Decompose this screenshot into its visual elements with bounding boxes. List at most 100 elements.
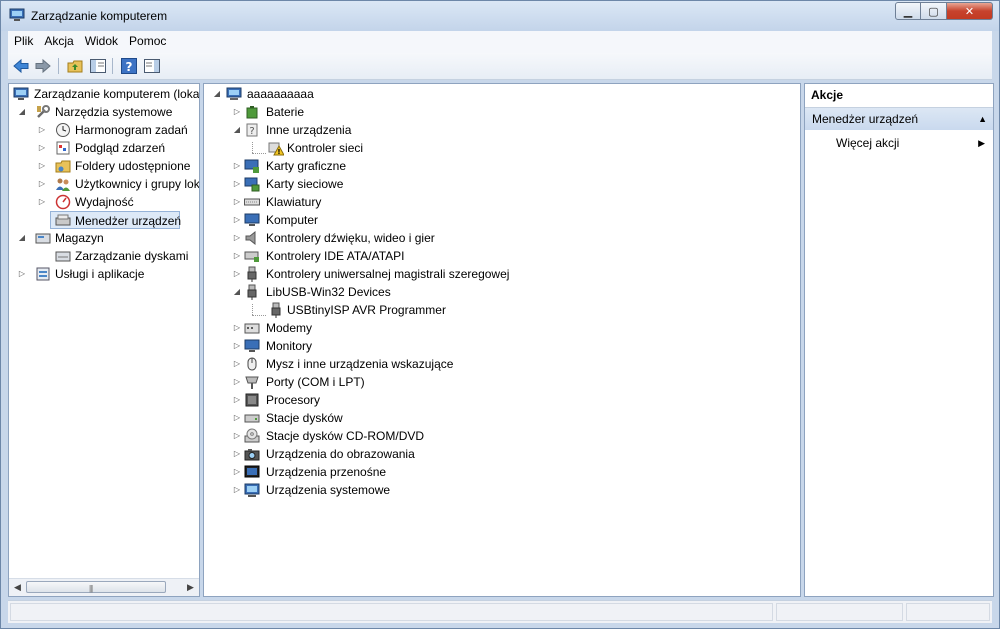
device-category-label: Modemy [266,321,313,335]
device-category-label: Monitory [266,339,313,353]
expand-triangle-icon[interactable]: ▷ [37,157,47,175]
expand-triangle-icon[interactable]: ▷ [37,121,47,139]
tree-item-label: Podgląd zdarzeń [75,141,166,155]
actions-header: Akcje [805,84,993,108]
computer-management-icon [9,8,25,21]
device-category-label: Karty sieciowe [266,177,344,191]
collapse-triangle-icon[interactable]: ◢ [212,85,222,103]
expand-triangle-icon[interactable]: ▷ [232,229,242,247]
device-category-label: Stacje dysków CD-ROM/DVD [266,429,425,443]
device-root-label: aaaaaaaaaa [247,87,314,101]
scroll-right-icon[interactable]: ▶ [182,579,199,596]
menu-help[interactable]: Pomoc [123,31,171,48]
tree-connector [252,142,253,153]
expand-triangle-icon[interactable]: ▷ [37,193,47,211]
device-category-label: Mysz i inne urządzenia wskazujące [266,357,454,371]
toolbar-separator [112,58,113,74]
status-cell [10,603,773,621]
storage-icon [35,233,51,244]
status-bar [8,600,992,623]
expand-triangle-icon[interactable]: ▷ [232,409,242,427]
toolbar-separator [58,58,59,74]
expand-triangle-icon[interactable]: ▷ [37,175,47,193]
console-tree-pane[interactable]: Zarządzanie komputerem (loka ◢ Narzędzia… [8,83,200,597]
tree-item-device-manager[interactable]: Menedżer urządzeń [50,211,182,229]
forward-arrow-icon[interactable] [34,57,52,75]
device-category-label: Klawiatury [266,195,322,209]
actions-section-header[interactable]: Menedżer urządzeń ▲ [805,108,993,130]
back-arrow-icon[interactable] [12,57,30,75]
disk-management-icon [55,251,71,262]
scrollbar-thumb[interactable]: ||| [26,581,166,593]
shared-folder-icon [55,160,71,173]
tree-connector [252,315,266,316]
usb-icon [271,302,281,318]
device-tree-pane[interactable]: ◢ aaaaaaaaaa ▷ Baterie ◢ ? Inne urządzen… [203,83,801,597]
usb-icon [247,266,257,282]
speaker-icon [245,230,256,246]
monitor-icon [244,213,260,226]
expand-triangle-icon[interactable]: ▷ [232,373,242,391]
menu-action[interactable]: Akcja [38,31,78,48]
expand-triangle-icon[interactable]: ▷ [232,337,242,355]
device-category-label: Inne urządzenia [266,123,352,137]
menu-file[interactable]: Plik [8,31,38,48]
expand-triangle-icon[interactable]: ▷ [232,103,242,121]
device-category-label: Kontrolery uniwersalnej magistrali szere… [266,267,510,281]
system-device-icon [244,483,260,497]
submenu-arrow-icon: ▶ [978,138,985,148]
modem-icon [244,323,260,334]
expand-triangle-icon[interactable]: ▷ [37,139,47,157]
expand-triangle-icon[interactable]: ▷ [232,319,242,337]
show-hide-action-pane-icon[interactable] [143,57,161,75]
more-actions-item[interactable]: Więcej akcji [836,132,899,154]
collapse-triangle-icon[interactable]: ◢ [232,283,242,301]
minimize-button[interactable]: ▁ [895,2,921,20]
computer-management-window: Zarządzanie komputerem ▁ ▢ ✕ Plik Akcja Wi… [0,0,1000,629]
collapse-triangle-icon[interactable]: ◢ [17,103,27,121]
display-adapter-icon [244,159,259,173]
collapse-triangle-icon[interactable]: ◢ [232,121,242,139]
menu-view[interactable]: Widok [79,31,123,48]
expand-triangle-icon[interactable]: ▷ [232,157,242,175]
tree-item-label: Menedżer urządzeń [75,214,182,228]
usb-icon [247,284,257,300]
horizontal-scrollbar[interactable]: ◀ ||| ▶ [9,578,199,596]
expand-triangle-icon[interactable]: ▷ [17,265,27,283]
port-icon [245,376,259,389]
expand-triangle-icon[interactable]: ▷ [232,463,242,481]
expand-triangle-icon[interactable]: ▷ [232,427,242,445]
computer-management-icon [13,87,29,100]
portable-device-icon [244,465,260,478]
clock-icon [56,123,70,137]
expand-triangle-icon[interactable]: ▷ [232,445,242,463]
expand-triangle-icon[interactable]: ▷ [232,175,242,193]
event-viewer-icon [56,141,70,155]
maximize-button[interactable]: ▢ [921,2,947,20]
unknown-device-icon: ? [246,123,258,137]
expand-triangle-icon[interactable]: ▷ [232,355,242,373]
expand-triangle-icon[interactable]: ▷ [232,211,242,229]
processor-icon [245,393,259,407]
title-bar[interactable]: Zarządzanie komputerem ▁ ▢ ✕ [1,1,999,31]
expand-triangle-icon[interactable]: ▷ [232,391,242,409]
expand-triangle-icon[interactable]: ▷ [232,265,242,283]
tree-item-label: Foldery udostępnione [75,159,191,173]
collapse-triangle-icon[interactable]: ◢ [17,229,27,247]
expand-triangle-icon[interactable]: ▷ [232,193,242,211]
close-button[interactable]: ✕ [947,2,993,20]
show-hide-tree-icon[interactable] [89,57,107,75]
device-category-label: Stacje dysków [266,411,343,425]
collapse-up-icon[interactable]: ▲ [978,108,987,130]
expand-triangle-icon[interactable]: ▷ [232,481,242,499]
device-category-label: Karty graficzne [266,159,347,173]
status-cell [776,603,903,621]
help-icon[interactable]: ? [120,57,138,75]
scroll-left-icon[interactable]: ◀ [9,579,26,596]
up-folder-icon[interactable] [66,57,84,75]
tree-item-label: Harmonogram zadań [75,123,188,137]
tree-connector [252,304,253,315]
performance-icon [55,194,71,210]
expand-triangle-icon[interactable]: ▷ [232,247,242,265]
tools-icon [37,105,50,118]
